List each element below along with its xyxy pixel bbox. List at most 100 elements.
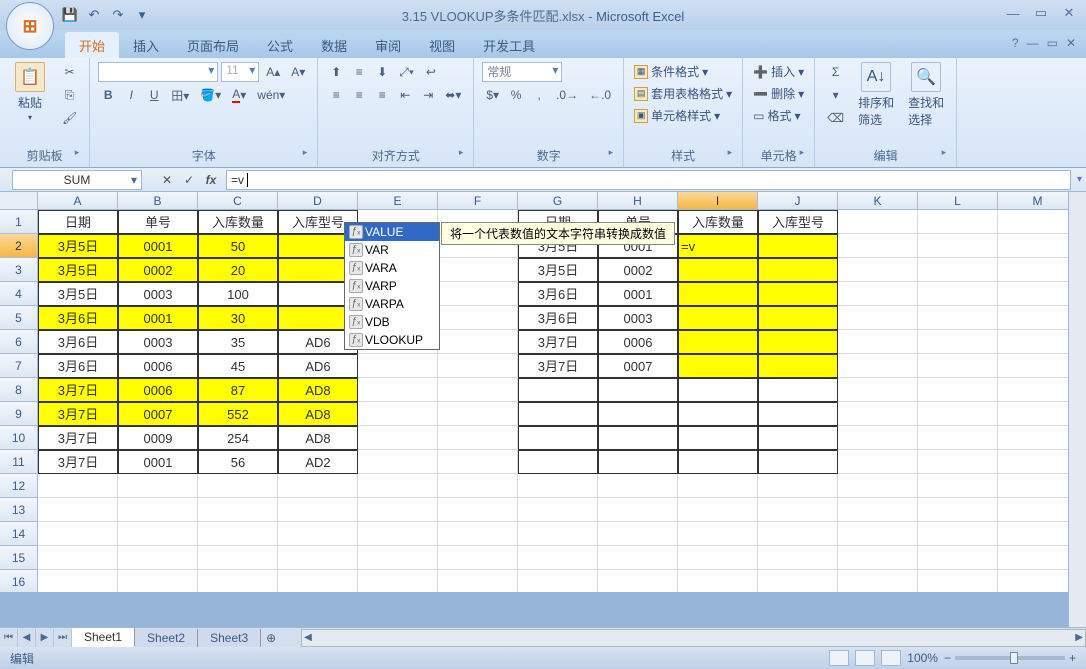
cell[interactable] [438, 402, 518, 426]
cell[interactable] [838, 210, 918, 234]
currency-icon[interactable]: $▾ [482, 85, 503, 105]
column-header[interactable]: A [38, 192, 118, 210]
cell[interactable] [438, 258, 518, 282]
cell[interactable] [278, 570, 358, 592]
cell[interactable] [998, 522, 1078, 546]
cell[interactable] [758, 522, 838, 546]
undo-icon[interactable]: ↶ [84, 5, 104, 25]
cell[interactable] [918, 306, 998, 330]
cell[interactable] [758, 306, 838, 330]
cell[interactable] [678, 306, 758, 330]
bold-button[interactable]: B [98, 85, 118, 105]
cell[interactable]: =v [678, 234, 758, 258]
cell[interactable] [358, 570, 438, 592]
column-header[interactable]: H [598, 192, 678, 210]
row-headers[interactable]: 12345678910111213141516 [0, 210, 38, 592]
horizontal-scrollbar[interactable]: ◀▶ [301, 629, 1086, 647]
cell[interactable] [918, 258, 998, 282]
cell[interactable] [998, 450, 1078, 474]
doc-minimize[interactable]: — [1027, 36, 1039, 50]
cell[interactable] [758, 258, 838, 282]
row-header[interactable]: 7 [0, 354, 38, 378]
cell[interactable] [598, 378, 678, 402]
align-bottom-icon[interactable]: ⬇ [372, 62, 392, 82]
cell[interactable] [918, 378, 998, 402]
normal-view-button[interactable] [829, 650, 849, 666]
cell[interactable] [198, 498, 278, 522]
cell[interactable] [38, 570, 118, 592]
cell[interactable] [38, 498, 118, 522]
column-header[interactable]: I [678, 192, 758, 210]
cell[interactable] [918, 570, 998, 592]
cell[interactable] [998, 234, 1078, 258]
cell[interactable] [518, 546, 598, 570]
cell[interactable]: 0003 [598, 306, 678, 330]
cell[interactable] [678, 570, 758, 592]
cell[interactable]: 0007 [598, 354, 678, 378]
cell[interactable]: 3月6日 [518, 282, 598, 306]
cell[interactable] [438, 282, 518, 306]
cell[interactable]: 50 [198, 234, 278, 258]
vertical-scrollbar[interactable] [1068, 192, 1086, 627]
cell[interactable] [438, 354, 518, 378]
cell[interactable]: 0001 [118, 450, 198, 474]
align-center-icon[interactable]: ≡ [349, 85, 369, 105]
row-header[interactable]: 1 [0, 210, 38, 234]
cell[interactable] [758, 498, 838, 522]
cell[interactable] [438, 474, 518, 498]
cell[interactable] [438, 546, 518, 570]
help-button[interactable]: ? [1012, 36, 1019, 50]
minimize-button[interactable]: — [1002, 4, 1024, 22]
cell[interactable]: 3月5日 [518, 258, 598, 282]
prev-sheet-icon[interactable]: ◀ [18, 629, 36, 647]
cell[interactable]: 45 [198, 354, 278, 378]
cell[interactable] [518, 474, 598, 498]
tab-view[interactable]: 视图 [415, 32, 469, 58]
cell[interactable]: 入库数量 [198, 210, 278, 234]
cell[interactable] [998, 282, 1078, 306]
align-right-icon[interactable]: ≡ [372, 85, 392, 105]
cell[interactable] [278, 522, 358, 546]
cell[interactable] [918, 330, 998, 354]
column-header[interactable]: K [838, 192, 918, 210]
cell[interactable] [838, 450, 918, 474]
paste-button[interactable]: 📋粘贴▾ [8, 62, 52, 122]
cell[interactable]: 0002 [118, 258, 198, 282]
cell[interactable]: 入库数量 [678, 210, 758, 234]
format-cells-button[interactable]: ▭ 格式 ▾ [751, 106, 802, 125]
name-box[interactable]: SUM [12, 170, 142, 190]
cell[interactable] [678, 522, 758, 546]
cell[interactable] [198, 522, 278, 546]
percent-icon[interactable]: % [506, 85, 526, 105]
cell[interactable]: AD2 [278, 450, 358, 474]
conditional-format-button[interactable]: ▦条件格式 ▾ [632, 62, 710, 81]
cell[interactable] [358, 474, 438, 498]
cancel-formula-icon[interactable]: ✕ [156, 170, 178, 190]
cell[interactable] [518, 498, 598, 522]
cell[interactable]: 0002 [598, 258, 678, 282]
zoom-slider[interactable] [955, 656, 1065, 660]
cell[interactable]: 35 [198, 330, 278, 354]
cell[interactable]: 0001 [598, 282, 678, 306]
cell[interactable] [118, 522, 198, 546]
cell[interactable] [438, 450, 518, 474]
cell[interactable] [838, 234, 918, 258]
cell[interactable]: 552 [198, 402, 278, 426]
fill-icon[interactable]: ▾ [823, 85, 848, 105]
cell[interactable]: 254 [198, 426, 278, 450]
cell[interactable] [118, 546, 198, 570]
orientation-icon[interactable]: ⤢▾ [395, 62, 418, 82]
cell[interactable] [518, 450, 598, 474]
select-all-button[interactable] [0, 192, 38, 210]
cell[interactable] [38, 474, 118, 498]
row-header[interactable]: 12 [0, 474, 38, 498]
cell[interactable]: 20 [198, 258, 278, 282]
cell[interactable] [358, 498, 438, 522]
align-left-icon[interactable]: ≡ [326, 85, 346, 105]
cell[interactable] [838, 546, 918, 570]
cell[interactable] [838, 258, 918, 282]
cell[interactable] [838, 282, 918, 306]
cell[interactable] [838, 330, 918, 354]
cell[interactable] [918, 474, 998, 498]
cell[interactable] [838, 570, 918, 592]
